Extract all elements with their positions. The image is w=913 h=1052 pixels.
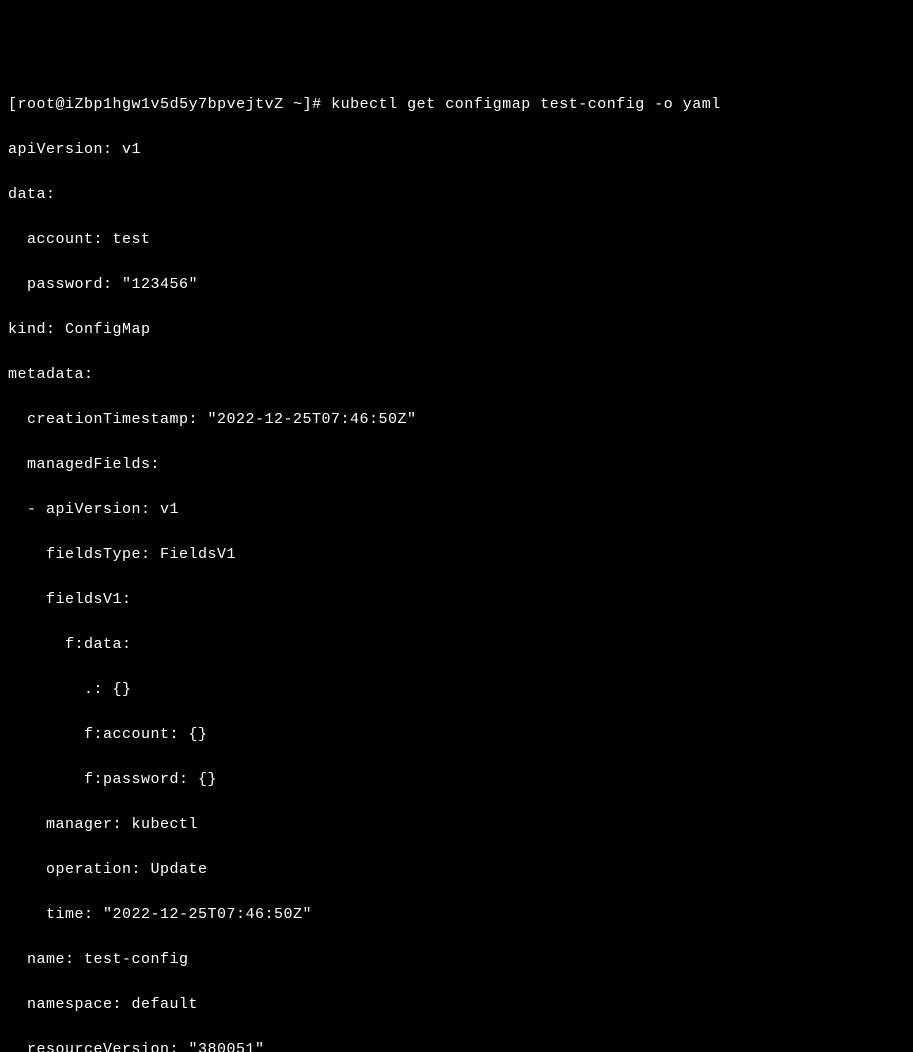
- output-mf-faccount: f:account: {}: [8, 724, 905, 747]
- output-mf-dot: .: {}: [8, 679, 905, 702]
- prompt-line-1: [root@iZbp1hgw1v5d5y7bpvejtvZ ~]# kubect…: [8, 94, 905, 117]
- command-input[interactable]: kubectl get configmap test-config -o yam…: [331, 96, 721, 113]
- output-managedfields: managedFields:: [8, 454, 905, 477]
- output-mf-apiversion: - apiVersion: v1: [8, 499, 905, 522]
- output-mf-operation: operation: Update: [8, 859, 905, 882]
- output-mf-fdata: f:data:: [8, 634, 905, 657]
- output-mf-manager: manager: kubectl: [8, 814, 905, 837]
- output-data: data:: [8, 184, 905, 207]
- output-mf-fpassword: f:password: {}: [8, 769, 905, 792]
- output-resourceversion: resourceVersion: "380051": [8, 1039, 905, 1052]
- prompt-symbol: #: [312, 96, 322, 113]
- output-creationtimestamp: creationTimestamp: "2022-12-25T07:46:50Z…: [8, 409, 905, 432]
- output-mf-fieldstype: fieldsType: FieldsV1: [8, 544, 905, 567]
- prompt-user: root: [18, 96, 56, 113]
- output-mf-fieldsv1: fieldsV1:: [8, 589, 905, 612]
- prompt-host: iZbp1hgw1v5d5y7bpvejtvZ: [65, 96, 284, 113]
- output-mf-time: time: "2022-12-25T07:46:50Z": [8, 904, 905, 927]
- output-password: password: "123456": [8, 274, 905, 297]
- output-metadata: metadata:: [8, 364, 905, 387]
- output-name: name: test-config: [8, 949, 905, 972]
- output-account: account: test: [8, 229, 905, 252]
- output-kind: kind: ConfigMap: [8, 319, 905, 342]
- output-namespace: namespace: default: [8, 994, 905, 1017]
- prompt-cwd: ~: [293, 96, 303, 113]
- output-apiversion: apiVersion: v1: [8, 139, 905, 162]
